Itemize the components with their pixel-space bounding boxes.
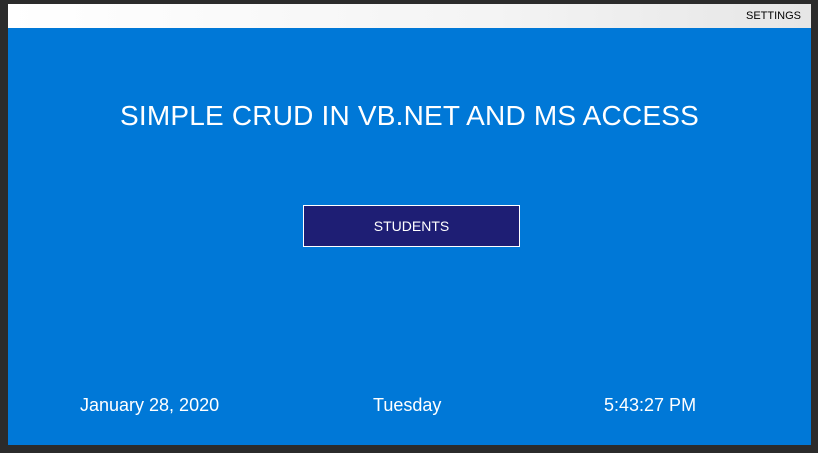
students-button-label: STUDENTS xyxy=(373,218,450,234)
main-panel: SIMPLE CRUD IN VB.NET AND MS ACCESS STUD… xyxy=(8,28,811,445)
app-window: SETTINGS SIMPLE CRUD IN VB.NET AND MS AC… xyxy=(0,0,818,453)
time-label: 5:43:27 PM xyxy=(604,395,697,415)
menu-bar: SETTINGS xyxy=(8,4,811,28)
page-title: SIMPLE CRUD IN VB.NET AND MS ACCESS xyxy=(119,100,700,131)
students-button[interactable]: STUDENTS xyxy=(303,205,520,247)
date-label: January 28, 2020 xyxy=(80,395,220,415)
day-label: Tuesday xyxy=(373,395,442,415)
settings-menu-item[interactable]: SETTINGS xyxy=(746,10,801,22)
